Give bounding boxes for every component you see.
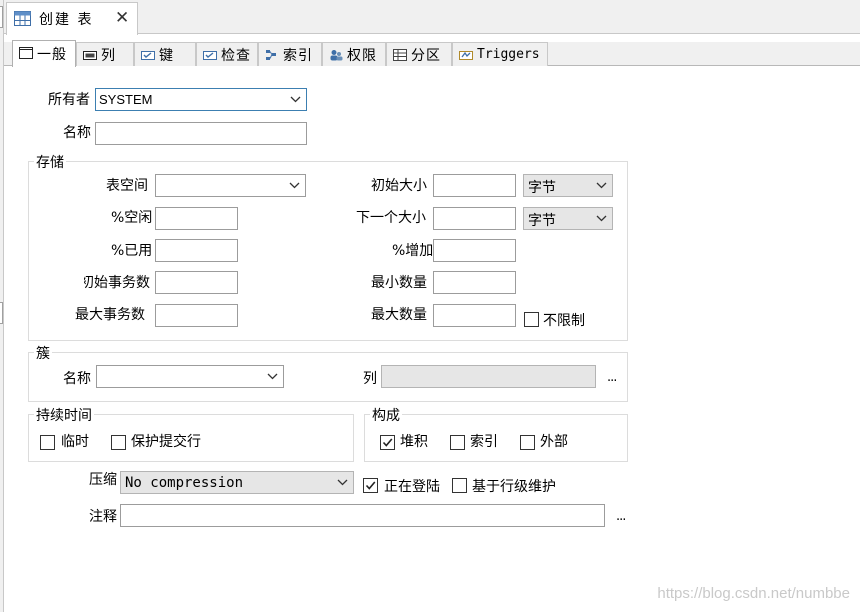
check-icon [203, 51, 217, 60]
index-organized-checkbox[interactable] [450, 435, 465, 450]
comment-label: 注释 [89, 509, 117, 525]
organization-title: 构成 [370, 405, 402, 425]
tab-general[interactable]: 一般 [12, 40, 76, 67]
left-panel-marker [0, 6, 3, 28]
tab-label: 一般 [37, 47, 67, 63]
ini-trans-label: 初始事务数 [84, 275, 150, 291]
trigger-icon [459, 51, 473, 60]
max-trans-input[interactable] [155, 304, 238, 327]
tab-label: 列 [101, 48, 116, 64]
max-trans-label: 最大事务数 [75, 307, 145, 323]
cluster-title: 簇 [34, 343, 52, 363]
window-icon [19, 47, 33, 59]
external-label: 外部 [540, 434, 568, 450]
tab-check[interactable]: 检查 [196, 42, 258, 66]
owner-label: 所有者 [48, 92, 90, 108]
preserve-commit-label: 保护提交行 [131, 434, 201, 450]
pct-increase-label: %增加 [392, 243, 434, 259]
initial-size-label: 初始大小 [371, 178, 427, 194]
comment-browse-button[interactable]: ... [616, 509, 626, 524]
chevron-down-icon [267, 373, 278, 380]
min-extents-label: 最小数量 [371, 275, 427, 291]
next-size-label: 下一个大小 [356, 210, 426, 226]
tab-privileges[interactable]: 权限 [322, 42, 386, 66]
key-icon [141, 51, 155, 60]
document-tab[interactable]: 创建 表 ✕ [6, 2, 138, 35]
pct-used-label: %已用 [111, 243, 153, 259]
checkmark-icon [365, 481, 376, 490]
next-size-input[interactable] [433, 207, 516, 230]
external-checkbox[interactable] [520, 435, 535, 450]
unlimited-checkbox[interactable] [524, 312, 539, 327]
table-icon [14, 11, 31, 26]
max-extents-input[interactable] [433, 304, 516, 327]
chevron-down-icon [289, 182, 300, 189]
chevron-down-icon [596, 215, 607, 222]
heap-label: 堆积 [400, 434, 428, 450]
index-organized-label: 索引 [470, 434, 498, 450]
logging-label: 正在登陆 [384, 479, 440, 495]
row-movement-label: 基于行级维护 [472, 479, 556, 495]
document-tab-title: 创建 表 [39, 12, 94, 28]
close-icon[interactable]: ✕ [115, 8, 129, 28]
owner-value: SYSTEM [99, 92, 153, 107]
min-extents-input[interactable] [433, 271, 516, 294]
tablespace-dropdown[interactable] [155, 174, 306, 197]
compression-value: No compression [125, 475, 244, 491]
column-icon [83, 51, 97, 60]
watermark: https://blog.csdn.net/numbbe [657, 585, 850, 602]
tab-keys[interactable]: 键 [134, 42, 196, 66]
heap-checkbox[interactable] [380, 435, 395, 450]
unlimited-label: 不限制 [543, 313, 585, 329]
comment-input[interactable] [120, 504, 605, 527]
tab-label: 检查 [221, 48, 251, 64]
ini-trans-input[interactable] [155, 271, 238, 294]
next-size-unit-dropdown[interactable]: 字节 [523, 207, 613, 230]
cluster-columns-label: 列 [363, 371, 377, 387]
pct-increase-input[interactable] [433, 239, 516, 262]
compression-dropdown[interactable]: No compression [120, 471, 354, 494]
name-input[interactable] [95, 122, 307, 145]
initial-size-unit-dropdown[interactable]: 字节 [523, 174, 613, 197]
partition-icon [393, 49, 407, 61]
tablespace-label: 表空间 [106, 178, 148, 194]
compression-label: 压缩 [89, 472, 117, 488]
duration-title: 持续时间 [34, 405, 94, 425]
tab-triggers[interactable]: Triggers [452, 42, 548, 66]
chevron-down-icon [337, 479, 348, 486]
tab-label: 键 [159, 48, 174, 64]
initial-size-input[interactable] [433, 174, 516, 197]
chevron-down-icon [596, 182, 607, 189]
pct-free-input[interactable] [155, 207, 238, 230]
tab-indexes[interactable]: 索引 [258, 42, 322, 66]
tab-label: 索引 [283, 48, 313, 64]
cluster-columns-browse-button[interactable]: ... [607, 370, 617, 385]
logging-checkbox[interactable] [363, 478, 378, 493]
max-extents-label: 最大数量 [371, 307, 427, 323]
chevron-down-icon [290, 96, 301, 103]
storage-title: 存储 [34, 152, 66, 172]
temporary-label: 临时 [61, 434, 89, 450]
initial-size-unit: 字节 [528, 180, 556, 196]
tab-partitions[interactable]: 分区 [386, 42, 452, 66]
owner-dropdown[interactable]: SYSTEM [95, 88, 307, 111]
next-size-unit: 字节 [528, 213, 556, 229]
checkmark-icon [382, 438, 393, 447]
preserve-commit-checkbox[interactable] [111, 435, 126, 450]
cluster-name-dropdown[interactable] [96, 365, 284, 388]
pct-used-input[interactable] [155, 239, 238, 262]
pct-free-label: %空闲 [111, 210, 153, 226]
index-icon [266, 50, 276, 60]
temporary-checkbox[interactable] [40, 435, 55, 450]
cluster-columns-input [381, 365, 596, 388]
tab-columns[interactable]: 列 [76, 42, 134, 66]
left-panel-marker [0, 302, 3, 324]
tab-label: Triggers [477, 47, 540, 62]
row-movement-checkbox[interactable] [452, 478, 467, 493]
tab-label: 权限 [347, 48, 377, 64]
tab-label: 分区 [411, 48, 441, 64]
name-label: 名称 [63, 125, 91, 141]
cluster-name-label: 名称 [63, 371, 91, 387]
users-icon [330, 50, 343, 61]
